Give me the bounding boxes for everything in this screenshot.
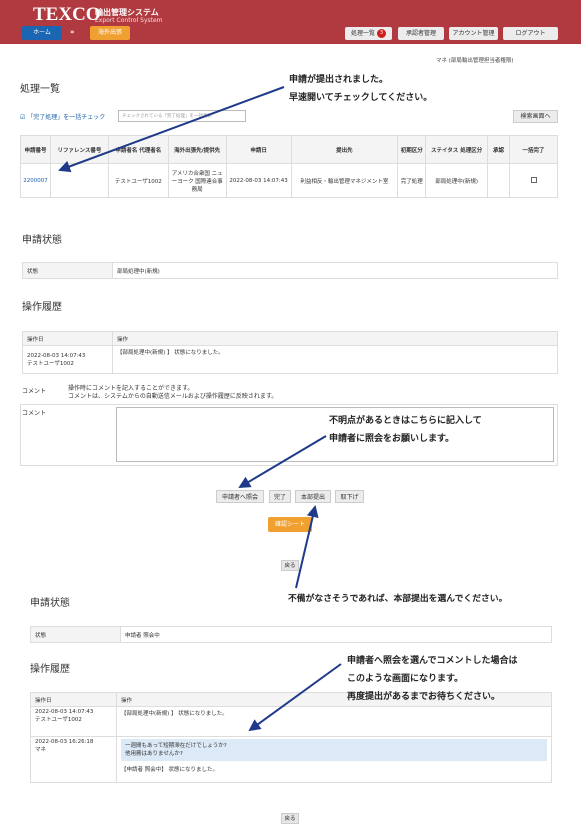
date-cell: 2022-08-03 14:07:43 [225, 163, 292, 198]
history-op: 【申請者 照会中】 状態になりました。 [121, 767, 218, 773]
status-table-2: 状態 申請者 照会中 [30, 626, 552, 643]
col-header: 初期区分 [397, 135, 427, 164]
table-row: 2022-08-03 16:26:18 マネ 一週間もあって短期滞在だけでしょうか… [30, 736, 552, 783]
annotation-4-line2: このような画面になります。 [347, 674, 464, 684]
annotation-1: 申請が提出されました。早速開いてチェックしてください。 [289, 71, 432, 107]
destination-cell: アメリカ合衆国 ニューヨーク 国際連合事務局 [167, 163, 227, 198]
col-header: リファレンス番号 [49, 135, 109, 164]
bulk-check-label: 「完了処理」を一括チェック [27, 114, 106, 121]
col-header: 提出先 [290, 135, 399, 164]
history-title-2: 操作履歴 [30, 664, 70, 675]
complete-button[interactable]: 完了 [269, 490, 291, 503]
reference-cell [49, 163, 109, 198]
bulk-complete-checkbox[interactable] [530, 176, 537, 183]
bulk-update-button[interactable]: チェックされている「完了処理」を一括更新 [118, 110, 246, 122]
logout-button[interactable]: ログアウト [503, 27, 558, 40]
submit-to-cell: 利益相反・輸出管理マネジメント室 [290, 163, 399, 198]
col-header: ステイタス 処理区分 [425, 135, 489, 164]
back-button[interactable]: 戻る [281, 560, 299, 571]
hq-submit-button[interactable]: 本部提出 [295, 490, 331, 503]
annotation-3: 不備がなさそうであれば、本部提出を選んでください。 [288, 594, 508, 604]
app-logo: TEXCO [33, 4, 101, 25]
status-label-2: 状態 [30, 626, 121, 643]
history-comment: 一週間もあって短期滞在だけでしょうか? 他用務はありませんか? [121, 739, 547, 761]
status-value: 部局処理中(新規) [112, 262, 558, 279]
app-subtitle: Export Control System [95, 17, 163, 24]
bulk-check-link[interactable]: ☑ 「完了処理」を一括チェック [20, 112, 105, 121]
request-id-link[interactable]: 2200007 [20, 163, 51, 198]
annotation-4-line3: 再度提出があるまでお待ちください。 [347, 692, 501, 702]
history-comment-line1: 一週間もあって短期滞在だけでしょうか? [125, 743, 227, 749]
comment-field-label: コメント [22, 410, 47, 417]
applicant-cell: テストユーザ1002 [107, 163, 169, 198]
history-table: 操作日 操作 2022-08-03 14:07:43 テストユーザ1002 【部局処… [22, 331, 558, 374]
list-title: 処理一覧 [20, 84, 60, 95]
status-title: 申請状態 [22, 235, 62, 246]
annotation-1-line1: 申請が提出されました。 [289, 75, 389, 85]
nav-process-list[interactable]: 処理一覧 3 [345, 27, 392, 40]
col-header: 操作 [112, 331, 558, 346]
inquiry-applicant-button[interactable]: 申請者へ照会 [216, 490, 264, 503]
history-user: テストユーザ1002 [27, 360, 74, 367]
comment-note-label: コメント [22, 388, 47, 395]
table-row[interactable]: 2200007 テストユーザ1002 アメリカ合衆国 ニューヨーク 国際連合事務… [20, 163, 558, 198]
history-title: 操作履歴 [22, 302, 62, 313]
col-header: 承認 [487, 135, 511, 164]
table-header-row: 申請番号 リファレンス番号 申請者名 代理者名 海外出張先/提供先 申請日 提出… [20, 135, 558, 164]
status-title-2: 申請状態 [30, 598, 70, 609]
col-header: 操作日 [22, 331, 113, 346]
comment-desc-line1: 操作時にコメントを記入することができます。 [68, 385, 194, 392]
col-header: 申請番号 [20, 135, 51, 164]
history-op: 【部局処理中(新規) 】 状態になりました。 [112, 345, 558, 374]
annotation-1-line2: 早速開いてチェックしてください。 [289, 93, 433, 103]
nav-account-management[interactable]: アカウント管理 [449, 27, 498, 40]
comment-desc-line2: コメントは、システムからの自動送信メールおよび操作履歴に反映されます。 [68, 393, 278, 400]
col-header: 操作日 [30, 692, 117, 707]
col-header: 一括完了 [509, 135, 558, 164]
status-label: 状態 [22, 262, 113, 279]
breadcrumb-separator: » [70, 28, 75, 36]
history-comment-line2: 他用務はありませんか? [125, 751, 183, 757]
approve-cell [487, 163, 511, 198]
history-op: 【部局処理中(新規) 】 状態になりました。 [116, 706, 552, 737]
home-button[interactable]: ホーム [22, 26, 62, 40]
history-user: マネ [35, 747, 47, 753]
withdraw-button[interactable]: 取下げ [335, 490, 364, 503]
col-header: 申請日 [225, 135, 292, 164]
history-user: テストユーザ1002 [35, 717, 82, 723]
search-screen-button[interactable]: 検索画面へ [513, 110, 558, 123]
user-role-label: マネ (部局輸出管理担当者権限) [436, 58, 514, 64]
annotation-2-line1: 不明点があるときはこちらに記入して [329, 416, 482, 426]
col-header: 申請者名 代理者名 [107, 135, 169, 164]
nav-process-list-label: 処理一覧 [350, 30, 375, 37]
overseas-trip-button[interactable]: 海外出張 [90, 26, 130, 40]
initial-cell: 完了処理 [397, 163, 427, 198]
col-header: 海外出張先/提供先 [167, 135, 227, 164]
bulk-complete-cell [509, 163, 558, 198]
back-button-2[interactable]: 戻る [281, 813, 299, 824]
confirm-sheet-button[interactable]: 確認シート [268, 517, 312, 532]
annotation-4-line1: 申請者へ照会を選んでコメントした場合は [347, 656, 518, 666]
status-table: 状態 部局処理中(新規) [22, 262, 558, 279]
table-row: 2022-08-03 14:07:43 テストユーザ1002 【部局処理中(新規)… [22, 345, 558, 374]
annotation-2-line2: 申請者に照会をお願いします。 [329, 434, 455, 444]
status-value-2: 申請者 照会中 [120, 626, 552, 643]
nav-approver-management[interactable]: 承認者管理 [398, 27, 444, 40]
table-row: 2022-08-03 14:07:43 テストユーザ1002 【部局処理中(新規)… [30, 706, 552, 737]
notification-badge: 3 [377, 29, 386, 38]
request-table: 申請番号 リファレンス番号 申請者名 代理者名 海外出張先/提供先 申請日 提出… [20, 135, 558, 198]
annotation-4: 申請者へ照会を選んでコメントした場合は このような画面になります。再度提出があるま… [347, 652, 518, 706]
comment-description: 操作時にコメントを記入することができます。 コメントは、システムからの自動送信メー… [68, 385, 277, 401]
annotation-2: 不明点があるときはこちらに記入して 申請者に照会をお願いします。 [329, 412, 482, 448]
status-cell: 部局処理中(新規) [425, 163, 489, 198]
